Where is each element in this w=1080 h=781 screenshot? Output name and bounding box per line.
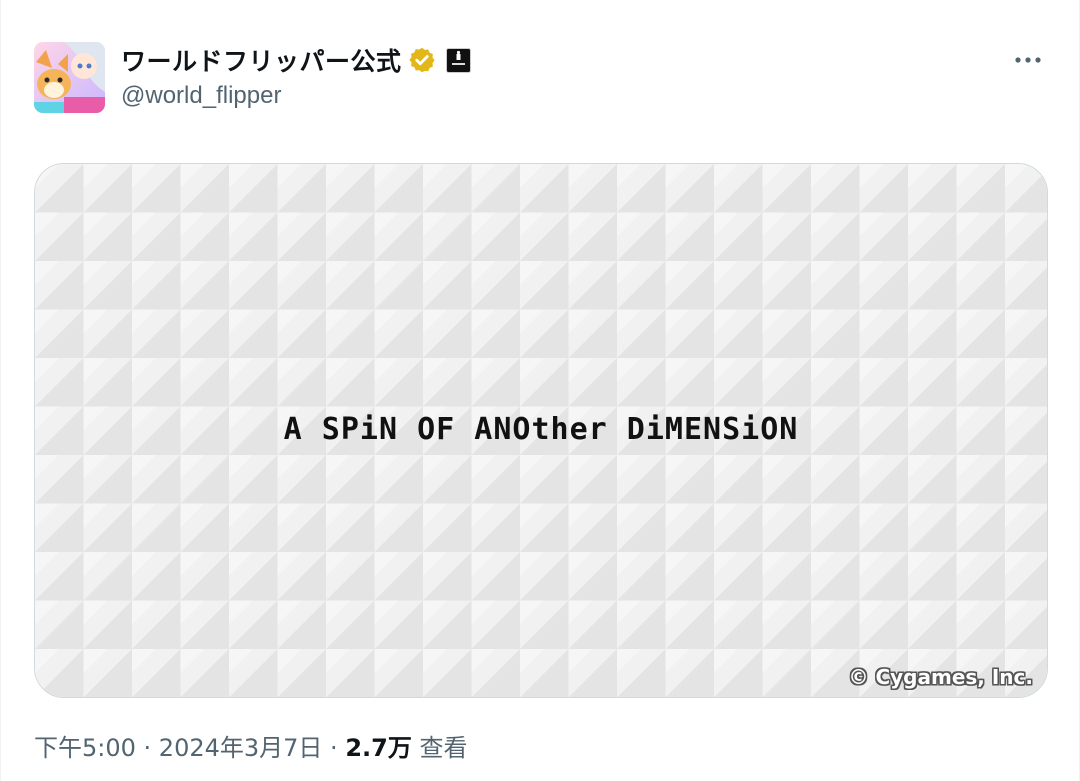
more-horizontal-icon[interactable]: [1012, 46, 1044, 74]
tweet-card: ワールドフリッパー公式 @world_flipper A SPiN OF ANO…: [0, 0, 1080, 781]
tweet-header: ワールドフリッパー公式 @world_flipper: [34, 42, 1048, 114]
separator: ·: [135, 734, 159, 762]
tweet-meta: 下午5:00 · 2024年3月7日 · 2.7万 查看: [34, 728, 467, 763]
display-name[interactable]: ワールドフリッパー公式: [121, 42, 402, 78]
views-count[interactable]: 2.7万: [345, 734, 412, 762]
media-tagline: A SPiN OF ANOther DiMENSiON: [283, 412, 799, 447]
views-label[interactable]: 查看: [419, 734, 467, 762]
tweet-date[interactable]: 2024年3月7日: [159, 734, 323, 762]
avatar[interactable]: [34, 42, 105, 113]
cygames-affiliate-icon[interactable]: [445, 47, 471, 73]
author-names: ワールドフリッパー公式 @world_flipper: [121, 42, 471, 110]
media-copyright: © Cygames, Inc.: [848, 665, 1034, 689]
verified-gold-check-icon[interactable]: [408, 46, 436, 74]
separator: ·: [322, 734, 346, 762]
author-handle[interactable]: @world_flipper: [121, 82, 471, 110]
display-name-row: ワールドフリッパー公式: [121, 42, 471, 78]
tweet-time[interactable]: 下午5:00: [34, 734, 136, 762]
tweet-media-image[interactable]: A SPiN OF ANOther DiMENSiON © Cygames, I…: [34, 163, 1048, 698]
